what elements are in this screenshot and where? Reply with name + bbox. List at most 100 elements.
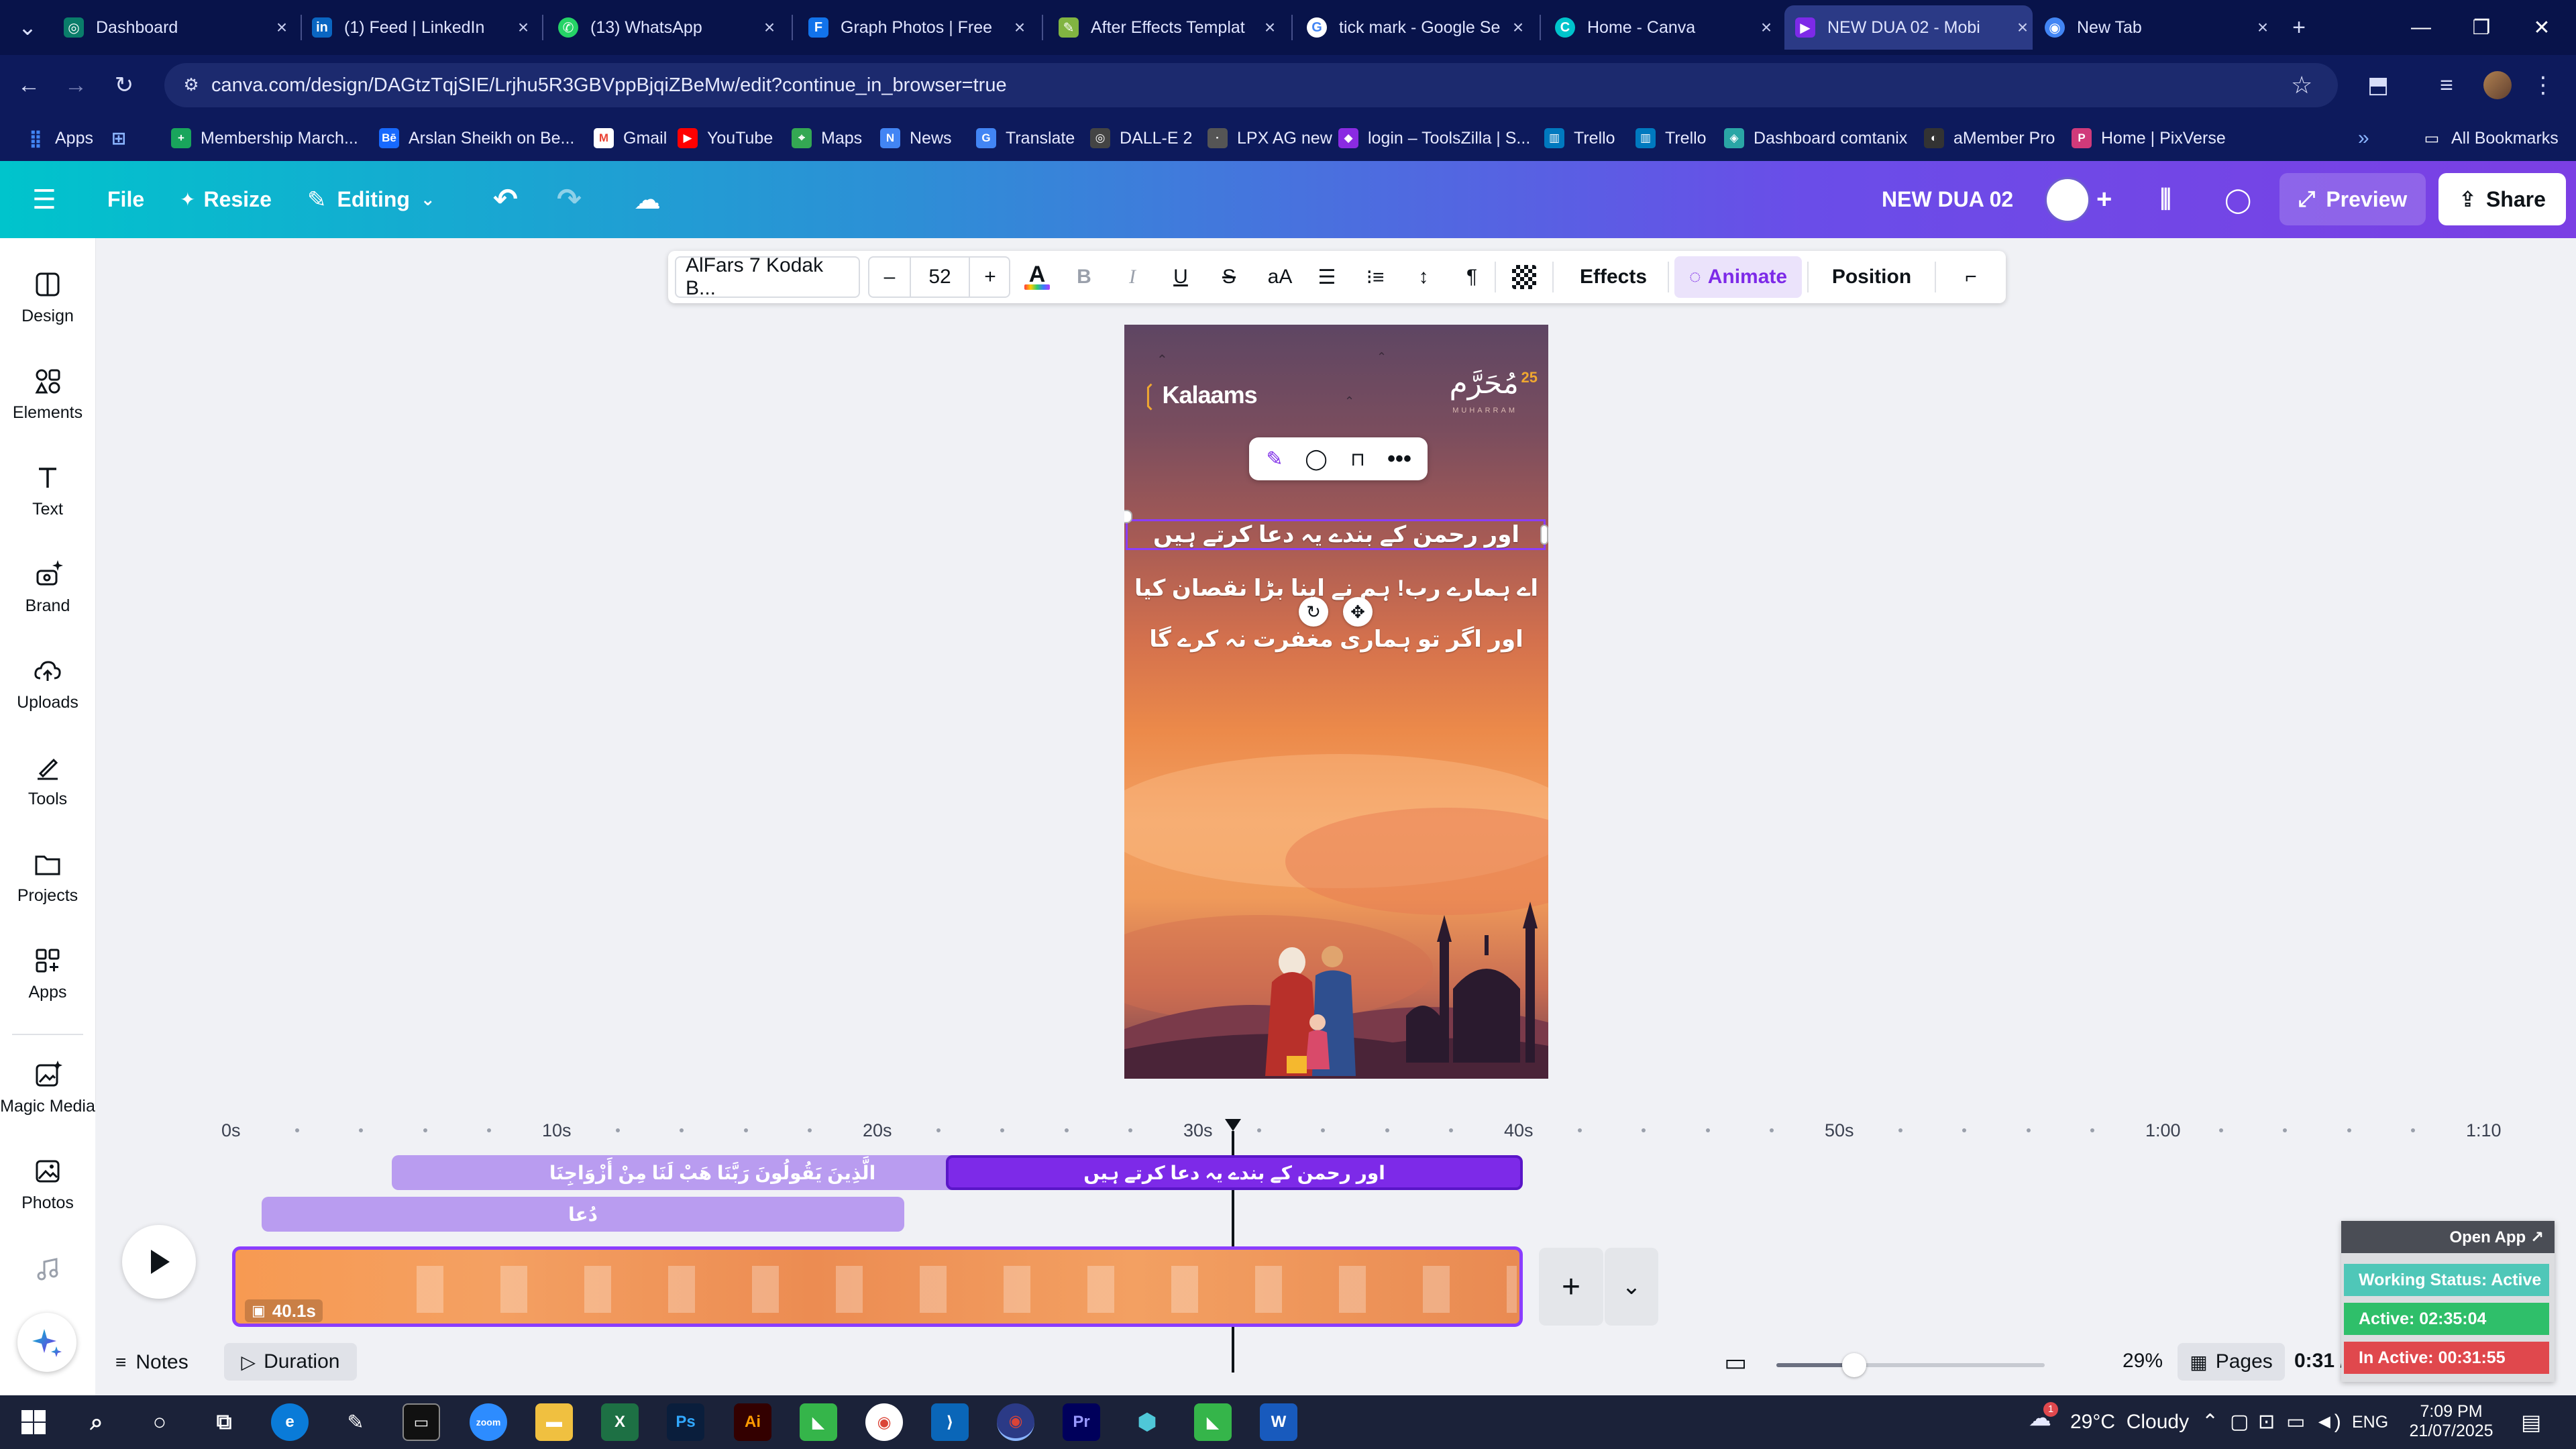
tray-app-icon[interactable]: ⊡	[2258, 1395, 2275, 1449]
strikethrough-button[interactable]: S	[1210, 251, 1248, 303]
bookmark-item[interactable]: G Translate	[976, 115, 1075, 161]
bookmark-item[interactable]: ◎ DALL-E 2	[1090, 115, 1192, 161]
effects-button[interactable]: Effects	[1563, 251, 1664, 303]
redo-icon[interactable]: ↷	[557, 161, 582, 238]
video-track-clip[interactable]: ▣ 40.1s	[232, 1246, 1523, 1327]
preview-button[interactable]: ⤢ Preview	[2279, 173, 2426, 225]
search-icon[interactable]: ⌕	[78, 1403, 115, 1441]
chrome-active-icon[interactable]: ◉	[997, 1403, 1034, 1441]
zoom-slider-knob[interactable]	[1842, 1353, 1866, 1377]
browser-tab[interactable]: ◎ Dashboard ×	[64, 7, 292, 48]
bookmark-item[interactable]: ◐ aMember Pro	[1924, 115, 2055, 161]
sidebar-item-design[interactable]: Design	[0, 268, 95, 326]
font-family-dropdown[interactable]: AlFars 7 Kodak B...	[675, 254, 860, 299]
text-color-button[interactable]: A	[1018, 251, 1056, 303]
close-icon[interactable]: ×	[1508, 17, 1528, 38]
excel-icon[interactable]: X	[601, 1403, 639, 1441]
extension-icon[interactable]: ⬒	[2360, 67, 2396, 103]
bold-button[interactable]: B	[1065, 251, 1103, 303]
resize-button[interactable]: ✦ Resize	[180, 161, 272, 238]
bookmark-item[interactable]: M Gmail	[594, 115, 667, 161]
magic-write-icon[interactable]: ✎	[1256, 437, 1293, 480]
cloud-saved-icon[interactable]: ☁	[634, 161, 661, 238]
transparency-icon[interactable]	[1505, 251, 1543, 303]
close-icon[interactable]: ×	[513, 17, 533, 38]
tab-search-icon[interactable]: ⌄	[9, 9, 46, 46]
animate-button[interactable]: ◌ Animate	[1674, 256, 1802, 298]
bookmark-item[interactable]: ▥ Trello	[1544, 115, 1615, 161]
site-info-icon[interactable]: ⚙	[179, 72, 203, 97]
decrease-size-button[interactable]: –	[869, 258, 910, 297]
forward-icon[interactable]: →	[58, 67, 94, 103]
text-line-1[interactable]: اور رحمن کے بندے یہ دعا کرتے ہیں	[1124, 519, 1548, 550]
close-icon[interactable]: ×	[1756, 17, 1776, 38]
text-line-3[interactable]: اور اگر تو ہماری مغفرت نہ کرے گا	[1124, 623, 1548, 656]
bookmark-item[interactable]: + Membership March...	[171, 115, 358, 161]
edge-icon[interactable]: e	[271, 1403, 309, 1441]
zoom-level[interactable]: 29%	[2123, 1350, 2163, 1373]
bookmark-item[interactable]: Bē Arslan Sheikh on Be...	[379, 115, 574, 161]
restore-icon[interactable]: ❐	[2452, 0, 2511, 55]
italic-button[interactable]: I	[1114, 251, 1151, 303]
zoom-icon[interactable]: zoom	[470, 1403, 507, 1441]
bookmark-item[interactable]: P Home | PixVerse	[2072, 115, 2226, 161]
browser-tab[interactable]: C Home - Canva ×	[1555, 7, 1776, 48]
close-icon[interactable]: ×	[2253, 17, 2273, 38]
network-icon[interactable]: ▭	[2286, 1395, 2305, 1449]
text-clip-3[interactable]: دُعا	[262, 1197, 904, 1232]
premiere-icon[interactable]: Pr	[1063, 1403, 1100, 1441]
new-tab-icon[interactable]: +	[2281, 9, 2317, 46]
bookmark-item[interactable]: N News	[880, 115, 952, 161]
app-hex-icon[interactable]: ⬢	[1128, 1403, 1166, 1441]
more-options-icon[interactable]: •••	[1381, 437, 1418, 480]
layout-icon[interactable]: ▭	[1724, 1348, 1747, 1377]
chrome-taskbar-icon[interactable]: ◉	[865, 1403, 903, 1441]
word-icon[interactable]: W	[1260, 1403, 1297, 1441]
sidebar-item-text[interactable]: Text	[0, 461, 95, 519]
increase-size-button[interactable]: +	[970, 258, 1010, 297]
collaborator-avatar[interactable]	[2045, 161, 2090, 238]
underline-button[interactable]: U	[1162, 251, 1199, 303]
magic-assistant-button[interactable]	[17, 1313, 76, 1372]
design-title[interactable]: NEW DUA 02	[1882, 161, 2013, 238]
close-window-icon[interactable]: ✕	[2512, 0, 2571, 55]
profile-avatar[interactable]	[2479, 67, 2516, 103]
bookmark-item[interactable]: · LPX AG new	[1208, 115, 1332, 161]
add-page-button[interactable]: +	[1539, 1248, 1603, 1326]
play-button[interactable]	[122, 1225, 196, 1299]
browser-tab[interactable]: F Graph Photos | Free ×	[808, 7, 1030, 48]
address-bar[interactable]: ⚙ canva.com/design/DAGtzTqjSIE/Lrjhu5R3G…	[164, 63, 2338, 107]
chrome-menu-icon[interactable]: ⋮	[2525, 67, 2561, 103]
notification-center-icon[interactable]: ▤	[2521, 1395, 2541, 1449]
menu-icon[interactable]: ☰	[32, 161, 56, 238]
illustrator-icon[interactable]: Ai	[734, 1403, 771, 1441]
sidebar-item-tools[interactable]: Tools	[0, 751, 95, 809]
more-bookmarks-icon[interactable]: »	[2358, 115, 2369, 161]
cortana-icon[interactable]: ○	[141, 1403, 178, 1441]
paint-format-icon[interactable]: ⌐	[1951, 251, 1991, 303]
position-button[interactable]: Position	[1814, 251, 1929, 303]
add-collaborator-icon[interactable]: +	[2096, 161, 2112, 238]
lock-icon[interactable]: ⊓	[1339, 437, 1377, 480]
meet-icon[interactable]: ▢	[2230, 1395, 2249, 1449]
sidebar-item-magic-media[interactable]: Magic Media	[0, 1058, 95, 1116]
sidebar-item-photos[interactable]: Photos	[0, 1155, 95, 1213]
list-icon[interactable]: ⁝≡	[1356, 251, 1394, 303]
language-indicator[interactable]: ENG	[2352, 1395, 2388, 1449]
duration-button[interactable]: ▷ Duration	[224, 1343, 357, 1381]
kalaams-logo[interactable]: ❲ Kalaams	[1138, 380, 1258, 411]
bookmark-item[interactable]: ▥ Trello	[1635, 115, 1707, 161]
volume-icon[interactable]: ◄)	[2314, 1395, 2341, 1449]
sidebar-item-audio[interactable]	[0, 1252, 95, 1291]
terminal-icon[interactable]: ▭	[402, 1403, 440, 1441]
all-bookmarks[interactable]: ▭ All Bookmarks	[2422, 115, 2559, 161]
sidebar-item-uploads[interactable]: Uploads	[0, 654, 95, 712]
spacing-icon[interactable]: ↕	[1405, 251, 1442, 303]
comment-add-icon[interactable]: ◯	[1297, 437, 1335, 480]
bookmark-star-icon[interactable]: ☆	[2291, 71, 2312, 99]
move-handle-icon[interactable]: ✥	[1343, 597, 1373, 627]
design-page[interactable]: ⌃ ⌃ ⌃ ❲ Kalaams مُحَرَّم 25 MUHARRAM ✎ ◯ …	[1124, 325, 1548, 1079]
windows-start-icon[interactable]	[15, 1403, 52, 1441]
text-line-2[interactable]: اے ہمارے رب! ہم نے اپنا بڑا نقصان کیا	[1124, 572, 1548, 605]
notes-button[interactable]: ≡ Notes	[115, 1346, 189, 1379]
